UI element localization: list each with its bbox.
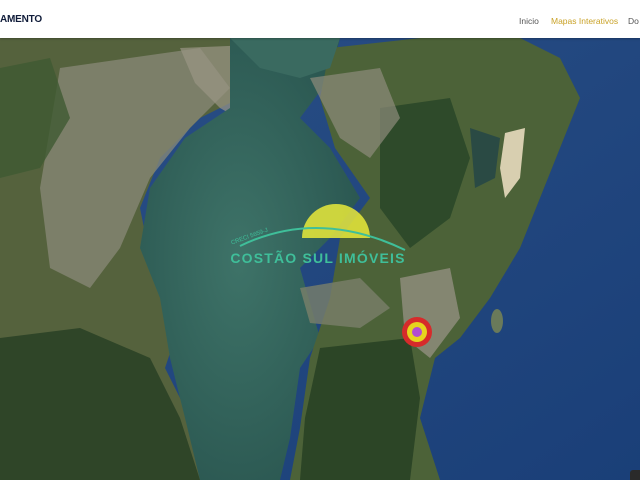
main-nav: Inicio Mapas Interativos Do [0, 16, 640, 30]
satellite-map[interactable]: COSTÃO SUL IMÓVEIS CRECI 5659-J [0, 38, 640, 480]
nav-item-inicio[interactable]: Inicio [519, 16, 539, 26]
small-island [491, 309, 503, 333]
watermark-text: COSTÃO SUL IMÓVEIS [230, 249, 405, 266]
nav-item-mapas-interativos[interactable]: Mapas Interativos [551, 16, 618, 26]
island-forest-south [300, 338, 420, 480]
nav-item-overflow[interactable]: Do [628, 16, 639, 26]
top-navigation-bar: AMENTO Inicio Mapas Interativos Do [0, 0, 640, 38]
map-control-icon[interactable] [630, 470, 640, 480]
location-marker-icon[interactable] [402, 317, 432, 347]
